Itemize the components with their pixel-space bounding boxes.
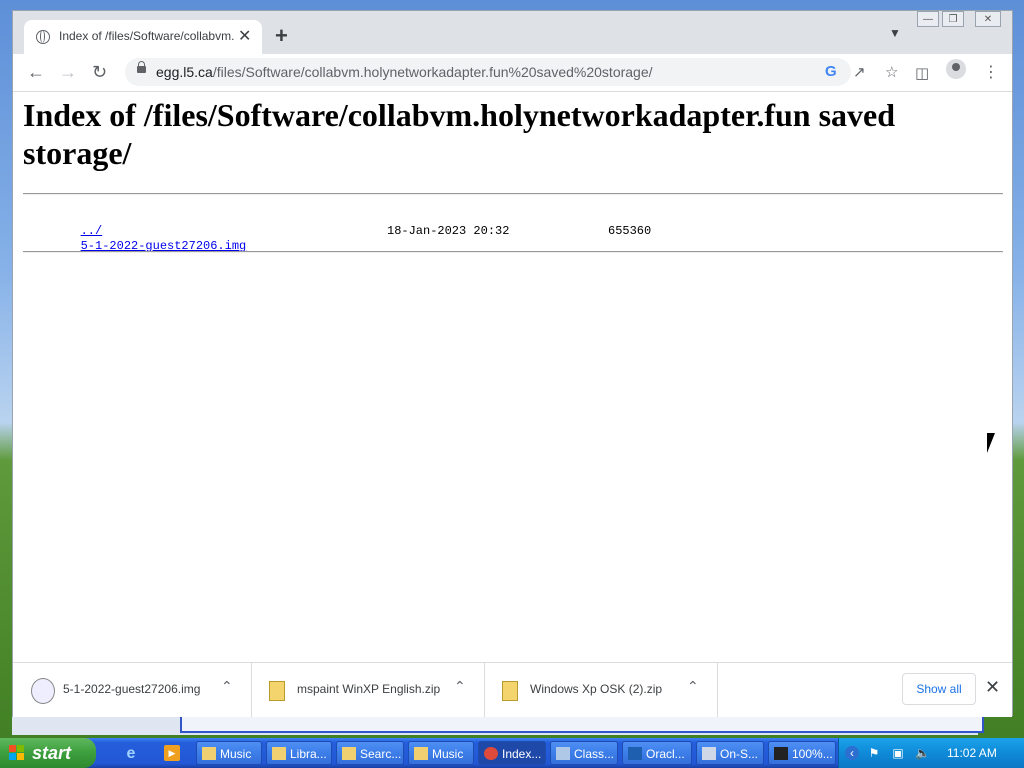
divider-bottom — [23, 251, 1003, 253]
maximize-button[interactable]: ❐ — [942, 11, 964, 27]
file-date: 18-Jan-2023 20:32 — [387, 224, 510, 238]
tab-strip: Index of /files/Software/collabvm.holyne… — [13, 11, 1012, 54]
download-name: 5-1-2022-guest27206.img — [63, 682, 201, 696]
clock: 11:02 AM — [947, 746, 997, 760]
7zip-icon — [774, 747, 788, 760]
reload-icon[interactable]: ↻ — [92, 62, 107, 83]
folder-icon — [202, 747, 216, 760]
url-text[interactable]: egg.l5.ca/files/Software/collabvm.holyne… — [156, 64, 653, 80]
taskbar-button[interactable]: Music — [196, 741, 262, 765]
lock-icon[interactable] — [137, 61, 146, 73]
folder-icon — [272, 747, 286, 760]
file-icon — [31, 678, 55, 704]
google-lens-icon[interactable]: G — [825, 63, 837, 80]
divider-top — [23, 193, 1003, 195]
chrome-icon — [484, 747, 498, 760]
forward-arrow-icon[interactable]: → — [59, 62, 77, 83]
show-hidden-icons-icon[interactable]: ‹ — [845, 746, 859, 760]
file-listing: ../ 5-1-2022-guest27206.img 18-Jan-2023 … — [23, 209, 652, 253]
tab-search-chevron-icon[interactable]: ▼ — [889, 26, 901, 40]
taskbar-button-label: 100%... — [792, 747, 833, 761]
page-content: Index of /files/Software/collabvm.holyne… — [13, 92, 1012, 662]
back-arrow-icon[interactable]: ← — [27, 62, 45, 83]
chevron-up-icon[interactable]: ⌃ — [687, 678, 699, 695]
taskbar-button-label: Class... — [574, 747, 615, 761]
close-window-button[interactable]: ✕ — [975, 11, 1001, 27]
minimize-button[interactable]: — — [917, 11, 939, 27]
tab-close-icon[interactable]: ✕ — [238, 26, 251, 46]
mouse-cursor-icon — [987, 433, 995, 453]
profile-avatar-icon[interactable] — [946, 59, 966, 79]
taskbar-button[interactable]: Searc... — [336, 741, 404, 765]
media-player-icon[interactable]: ▶ — [164, 745, 180, 761]
download-name: Windows Xp OSK (2).zip — [530, 682, 663, 696]
chrome-window: Index of /files/Software/collabvm.holyne… — [12, 10, 1013, 717]
list-item: 5-1-2022-guest27206.img 18-Jan-2023 20:3… — [23, 224, 652, 253]
taskbar-button-label: Music — [220, 747, 252, 761]
taskbar-button-label: Index... — [502, 747, 542, 761]
taskbar-button-label: Searc... — [360, 747, 402, 761]
taskbar-button[interactable]: 100%... — [768, 741, 836, 765]
chevron-up-icon[interactable]: ⌃ — [221, 678, 233, 695]
bookmark-star-icon[interactable]: ☆ — [885, 63, 898, 81]
taskbar-button-label: Libra... — [290, 747, 327, 761]
keyboard-icon — [702, 747, 716, 760]
file-size: 655360 — [608, 224, 652, 238]
app-icon — [556, 747, 570, 760]
network-error-icon[interactable]: ⚑ — [867, 746, 881, 760]
download-item[interactable]: Windows Xp OSK (2).zip ⌃ — [484, 663, 718, 717]
show-all-button[interactable]: Show all — [902, 673, 976, 705]
taskbar-button[interactable]: Libra... — [266, 741, 332, 765]
taskbar-button[interactable]: Music — [408, 741, 474, 765]
browser-toolbar: ← → ↻ egg.l5.ca/files/Software/collabvm.… — [13, 54, 1012, 92]
close-shelf-icon[interactable]: ✕ — [985, 677, 1000, 698]
volume-muted-icon[interactable]: 🔈 — [915, 746, 930, 760]
folder-icon — [414, 747, 428, 760]
taskbar-button[interactable]: On-S... — [696, 741, 764, 765]
tab-title: Index of /files/Software/collabvm.holyne… — [59, 29, 234, 43]
chevron-up-icon[interactable]: ⌃ — [454, 678, 466, 695]
globe-icon — [36, 30, 50, 44]
start-button[interactable]: start — [0, 738, 96, 768]
download-item[interactable]: mspaint WinXP English.zip ⌃ — [251, 663, 485, 717]
zip-icon — [269, 681, 285, 701]
address-bar[interactable]: egg.l5.ca/files/Software/collabvm.holyne… — [125, 58, 898, 86]
share-icon[interactable]: ↗ — [853, 63, 866, 81]
taskbar: start e ▶ Music Libra... Searc... Music Inde… — [0, 738, 1024, 768]
taskbar-button[interactable]: Oracl... — [622, 741, 692, 765]
start-label: start — [32, 743, 72, 763]
taskbar-button-label: On-S... — [720, 747, 759, 761]
new-tab-button[interactable]: + — [275, 23, 288, 49]
tab-active[interactable]: Index of /files/Software/collabvm.holyne… — [24, 20, 262, 54]
system-tray: ‹ ⚑ ▣ 🔈 11:02 AM — [838, 738, 1024, 768]
download-name: mspaint WinXP English.zip — [297, 682, 441, 696]
taskbar-button-label: Music — [432, 747, 464, 761]
taskbar-button[interactable]: Class... — [550, 741, 618, 765]
windows-flag-icon — [9, 745, 25, 761]
side-panel-icon[interactable]: ◫ — [915, 64, 929, 82]
page-title: Index of /files/Software/collabvm.holyne… — [23, 97, 896, 171]
menu-dots-icon[interactable]: ⋮ — [983, 62, 999, 82]
network-icon[interactable]: ▣ — [891, 746, 905, 760]
download-item[interactable]: 5-1-2022-guest27206.img ⌃ — [13, 663, 252, 717]
internet-explorer-icon[interactable]: e — [123, 745, 139, 762]
zip-icon — [502, 681, 518, 701]
list-item: ../ — [23, 209, 246, 238]
desktop-window-behind — [12, 716, 984, 735]
desktop-window-border — [180, 717, 984, 733]
taskbar-button-label: Oracl... — [646, 747, 685, 761]
download-shelf: 5-1-2022-guest27206.img ⌃ mspaint WinXP … — [13, 662, 1012, 717]
folder-icon — [342, 747, 356, 760]
virtualbox-icon — [628, 747, 642, 760]
taskbar-button[interactable]: Index... — [478, 741, 546, 765]
